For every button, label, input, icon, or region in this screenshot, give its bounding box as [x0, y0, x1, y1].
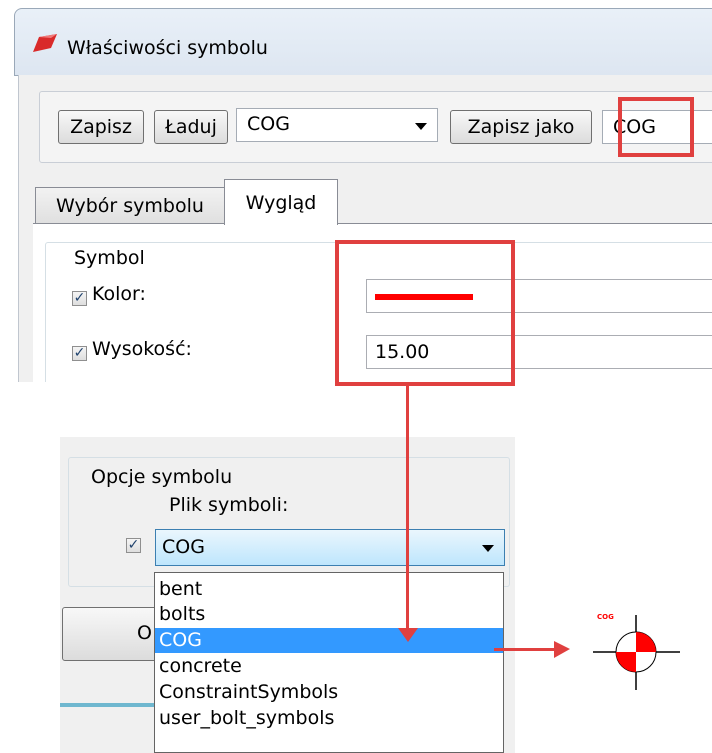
- symbol-file-dropdown[interactable]: bent bolts COG concrete ConstraintSymbol…: [154, 572, 504, 753]
- load-button[interactable]: Ładuj: [154, 110, 228, 144]
- arrow-right-icon: [554, 641, 570, 658]
- app-icon: [33, 34, 57, 56]
- option-label: concrete: [159, 655, 242, 677]
- symbol-file-checkbox[interactable]: ✓: [126, 538, 141, 553]
- progress-strip: [60, 703, 155, 707]
- window-title: Właściwości symbolu: [67, 37, 268, 59]
- symbol-file-value: COG: [162, 536, 205, 558]
- connector-arrow-line-horizontal: [494, 648, 556, 651]
- dropdown-option-constraintsymbols[interactable]: ConstraintSymbols: [155, 680, 503, 705]
- save-as-highlight: [618, 97, 694, 157]
- symbol-options-title: Opcje symbolu: [87, 466, 237, 488]
- option-label: bolts: [159, 603, 206, 625]
- symbol-file-combo[interactable]: COG: [155, 529, 505, 566]
- height-label: Wysokość:: [92, 338, 192, 360]
- preset-combo[interactable]: COG: [236, 108, 438, 142]
- option-label: ConstraintSymbols: [159, 681, 339, 703]
- cog-preview: COG: [585, 605, 685, 695]
- dropdown-option-bolts[interactable]: bolts: [155, 602, 503, 627]
- tab-appearance[interactable]: Wygląd: [224, 179, 338, 225]
- option-label: user_bolt_symbols: [159, 707, 335, 729]
- arrow-down-icon: [398, 628, 418, 642]
- option-label: COG: [159, 629, 202, 651]
- symbol-options-group: Opcje symbolu Plik symboli: ✓ COG: [68, 457, 510, 587]
- connector-arrow-line: [406, 386, 409, 634]
- titlebar: Właściwości symbolu: [14, 8, 712, 76]
- dropdown-option-bent[interactable]: bent: [155, 577, 503, 602]
- dropdown-option-concrete[interactable]: concrete: [155, 654, 503, 679]
- dropdown-option-user-bolt-symbols[interactable]: user_bolt_symbols: [155, 706, 503, 731]
- preset-value: COG: [247, 113, 290, 135]
- chevron-down-icon: [482, 545, 494, 552]
- option-label: bent: [159, 578, 203, 600]
- color-checkbox[interactable]: ✓: [72, 291, 87, 306]
- symbol-group-title: Symbol: [70, 247, 149, 269]
- chevron-down-icon: [415, 123, 427, 130]
- save-button[interactable]: Zapisz: [58, 110, 144, 144]
- dropdown-option-cog[interactable]: COG: [155, 628, 503, 653]
- color-label: Kolor:: [92, 283, 146, 305]
- toolbar: Zapisz Ładuj COG Zapisz jako COG: [39, 91, 712, 163]
- appearance-highlight: [335, 240, 515, 386]
- preview-label: COG: [597, 613, 614, 621]
- save-as-button[interactable]: Zapisz jako: [450, 110, 592, 144]
- partially-hidden-button-label: O: [137, 622, 152, 644]
- tab-symbol-selection[interactable]: Wybór symbolu: [35, 187, 225, 223]
- height-checkbox[interactable]: ✓: [72, 346, 87, 361]
- symbol-file-label: Plik symboli:: [169, 494, 289, 516]
